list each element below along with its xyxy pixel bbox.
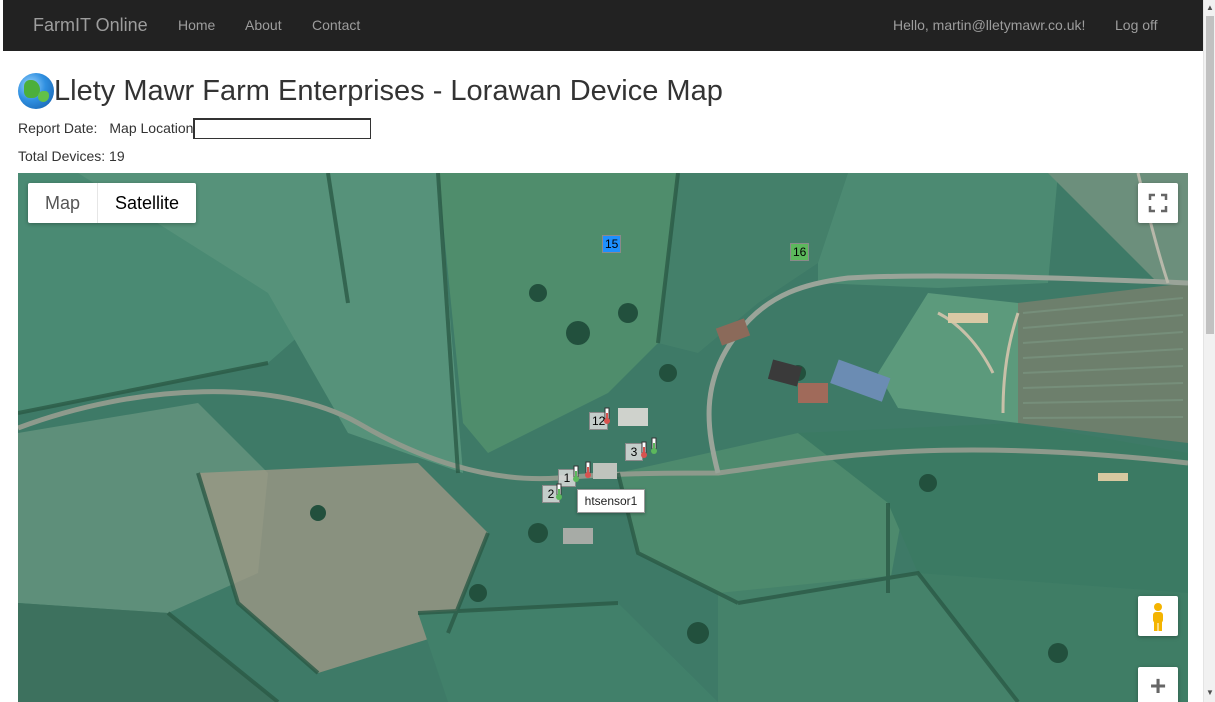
marker-tooltip: htsensor1 [577, 489, 645, 513]
map-location-input[interactable] [193, 117, 372, 139]
map-type-control: Map Satellite [28, 183, 197, 223]
thermometer-icon[interactable] [554, 483, 564, 501]
thermometer-icon[interactable] [639, 441, 649, 459]
thermometer-icon[interactable] [571, 465, 581, 483]
street-view-button[interactable] [1138, 596, 1178, 636]
nav-about-link[interactable]: About [245, 17, 282, 33]
vertical-scrollbar[interactable]: ▲ ▼ [1203, 0, 1215, 702]
zoom-in-button[interactable]: + [1138, 667, 1178, 702]
scroll-up-arrow-icon[interactable]: ▲ [1206, 3, 1214, 13]
fullscreen-button[interactable] [1138, 183, 1178, 223]
thermometer-icon[interactable] [602, 407, 612, 425]
scroll-down-arrow-icon[interactable]: ▼ [1206, 688, 1214, 698]
page-content: Llety Mawr Farm Enterprises - Lorawan De… [3, 51, 1203, 702]
scrollbar-thumb[interactable] [1206, 16, 1214, 334]
brand-link[interactable]: FarmIT Online [33, 15, 148, 36]
pegman-icon [1153, 603, 1163, 631]
device-marker-15[interactable]: 15 [602, 235, 622, 253]
report-row: Report Date: Map Location [18, 117, 372, 139]
fullscreen-icon [1148, 193, 1168, 213]
plus-icon: + [1149, 670, 1167, 701]
logoff-link[interactable]: Log off [1115, 17, 1158, 33]
device-map[interactable]: Map Satellite + 15 16 12 3 1 2 htsensor1 [18, 173, 1188, 702]
report-date-label: Report Date: [18, 120, 98, 136]
nav-contact-link[interactable]: Contact [312, 17, 360, 33]
map-type-map-button[interactable]: Map [28, 183, 99, 223]
nav-home-link[interactable]: Home [178, 17, 215, 33]
user-greeting-link[interactable]: Hello, martin@lletymawr.co.uk! [893, 17, 1085, 33]
thermometer-icon[interactable] [583, 461, 593, 479]
page-heading: Llety Mawr Farm Enterprises - Lorawan De… [18, 71, 723, 111]
globe-icon [18, 73, 54, 109]
thermometer-icon[interactable] [649, 437, 659, 455]
top-navbar: FarmIT Online Home About Contact Hello, … [3, 0, 1203, 51]
map-location-label: Map Location [109, 120, 194, 136]
map-type-satellite-button[interactable]: Satellite [98, 183, 196, 223]
browser-viewport: FarmIT Online Home About Contact Hello, … [0, 0, 1215, 702]
total-devices-text: Total Devices: 19 [18, 148, 125, 164]
page-title: Llety Mawr Farm Enterprises - Lorawan De… [54, 74, 723, 107]
device-marker-16[interactable]: 16 [790, 243, 810, 261]
